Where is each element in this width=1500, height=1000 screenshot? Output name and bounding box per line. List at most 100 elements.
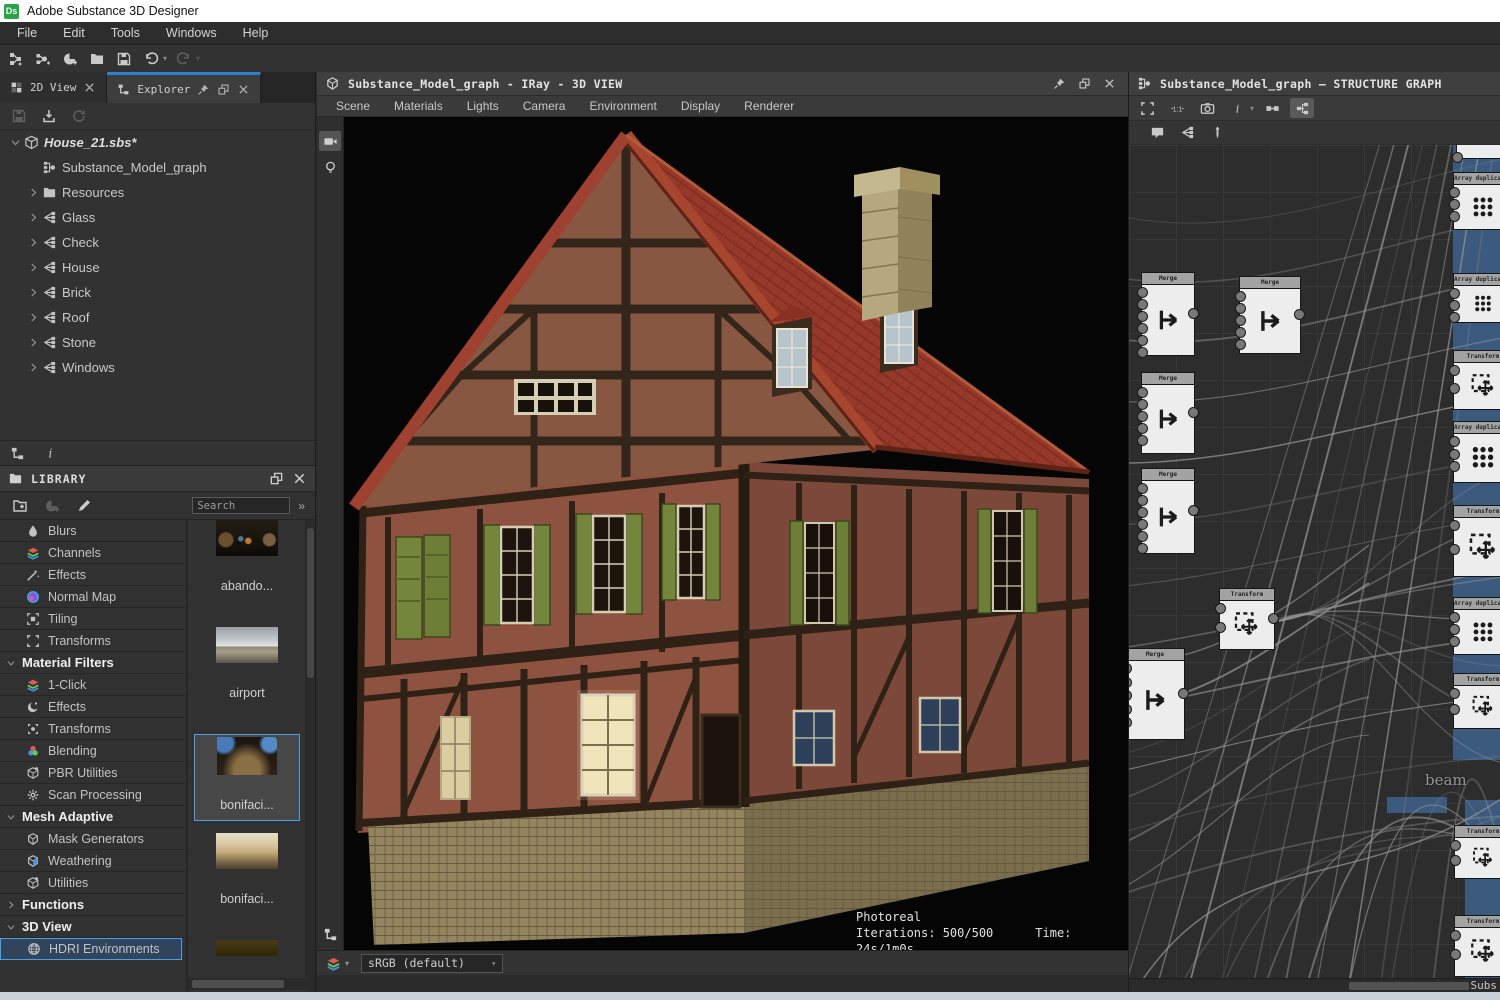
library-item-transforms[interactable]: Transforms — [0, 630, 186, 652]
library-item-weathering[interactable]: Weathering — [0, 850, 186, 872]
node-input-port[interactable] — [1450, 949, 1461, 960]
node-input-port[interactable] — [1450, 930, 1461, 941]
node-output-port[interactable] — [1188, 505, 1199, 516]
subgraph-button[interactable] — [1175, 123, 1199, 143]
chevron-right-icon[interactable] — [24, 237, 42, 248]
tree-item-stone[interactable]: Stone — [0, 330, 315, 355]
node-input-port[interactable] — [1449, 704, 1460, 715]
tab-pin-icon[interactable] — [197, 83, 210, 96]
library-edit-button[interactable] — [72, 495, 96, 517]
3d-view-restore-icon[interactable] — [1078, 77, 1091, 90]
node-input-port[interactable] — [1449, 624, 1460, 635]
graph-node-transform[interactable]: Transform — [1454, 915, 1500, 977]
graph-node-merge[interactable]: Merge — [1129, 648, 1185, 740]
node-output-port[interactable] — [1178, 688, 1189, 699]
node-input-port[interactable] — [1449, 211, 1460, 222]
node-input-port[interactable] — [1449, 436, 1460, 447]
explorer-export-button[interactable] — [38, 105, 60, 127]
thumbnail-bonifaci-[interactable]: bonifaci... — [194, 734, 300, 821]
tab-restore-icon[interactable] — [217, 83, 230, 96]
node-input-port[interactable] — [1137, 411, 1148, 422]
node-input-port[interactable] — [1450, 840, 1461, 851]
info-button-dropdown-icon[interactable]: ▾ — [1250, 104, 1254, 113]
open-button[interactable] — [85, 48, 109, 70]
zoom-1-1-button[interactable]: 1:1 — [1165, 98, 1189, 118]
frame-all-button[interactable] — [1135, 98, 1159, 118]
comment-button[interactable] — [1145, 123, 1169, 143]
new-graph-button[interactable] — [31, 48, 55, 70]
info-icon[interactable]: i — [43, 446, 58, 461]
node-mode-button[interactable] — [1290, 98, 1314, 118]
chevron-right-icon[interactable] — [24, 287, 42, 298]
3d-menu-camera[interactable]: Camera — [512, 99, 577, 113]
library-item-hdri-environments[interactable]: HDRI Environments — [0, 938, 182, 960]
node-input-port[interactable] — [1215, 622, 1226, 633]
library-item-blending[interactable]: Blending — [0, 740, 186, 762]
menu-edit[interactable]: Edit — [50, 22, 98, 44]
node-input-port[interactable] — [1137, 495, 1148, 506]
3d-menu-materials[interactable]: Materials — [383, 99, 454, 113]
tab-explorer[interactable]: Explorer — [107, 72, 261, 103]
graph-node-transform[interactable]: Transform — [1453, 350, 1500, 410]
tree-item-house-21-sbs-[interactable]: House_21.sbs* — [0, 130, 315, 155]
info-button[interactable]: i — [1225, 98, 1249, 118]
tab-2d-view[interactable]: 2D View — [0, 72, 107, 103]
camera-mode-button[interactable] — [319, 131, 341, 151]
node-input-port[interactable] — [1449, 688, 1460, 699]
3d-view-pin-icon[interactable] — [1053, 77, 1066, 90]
node-input-port[interactable] — [1137, 543, 1148, 554]
graph-node-array[interactable]: Array duplicati... — [1453, 273, 1500, 323]
new-function-button[interactable] — [58, 48, 82, 70]
node-input-port[interactable] — [1137, 519, 1148, 530]
undo-button[interactable] — [139, 48, 163, 70]
chevron-down-icon[interactable] — [0, 658, 22, 668]
chevron-down-icon[interactable] — [6, 137, 24, 148]
colorspace-select[interactable]: sRGB (default) ▾ — [361, 954, 503, 973]
node-input-port[interactable] — [1449, 612, 1460, 623]
node-input-port[interactable] — [1137, 423, 1148, 434]
tree-item-windows[interactable]: Windows — [0, 355, 315, 380]
library-item-transforms[interactable]: Transforms — [0, 718, 186, 740]
node-output-port[interactable] — [1188, 308, 1199, 319]
graph-node-transform[interactable]: Transform — [1454, 825, 1500, 879]
node-output-port[interactable] — [1294, 309, 1305, 320]
library-item-effects[interactable]: Effects — [0, 696, 186, 718]
scene-tree-icon[interactable] — [323, 927, 338, 942]
node-input-port[interactable] — [1137, 347, 1148, 358]
graph-node-merge[interactable]: Merge — [1239, 276, 1301, 354]
tree-item-brick[interactable]: Brick — [0, 280, 315, 305]
node-input-port[interactable] — [1137, 507, 1148, 518]
library-item-normal-map[interactable]: Normal Map — [0, 586, 186, 608]
thumbnail-airport[interactable]: airport — [188, 627, 306, 700]
node-input-port[interactable] — [1449, 199, 1460, 210]
thumbnail-abando-[interactable]: abando... — [188, 520, 306, 593]
graph-node-array[interactable]: Array duplicati... — [1453, 597, 1500, 655]
graph-node-transform[interactable]: Transform — [1453, 673, 1500, 729]
3d-menu-renderer[interactable]: Renderer — [733, 99, 805, 113]
graph-node-sliver[interactable] — [1456, 145, 1500, 159]
library-item-material-filters[interactable]: Material Filters — [0, 652, 186, 674]
link-mode-button[interactable] — [1260, 98, 1284, 118]
3d-menu-lights[interactable]: Lights — [456, 99, 510, 113]
menu-windows[interactable]: Windows — [153, 22, 230, 44]
node-input-port[interactable] — [1137, 399, 1148, 410]
tree-item-check[interactable]: Check — [0, 230, 315, 255]
graph-node-transform[interactable]: Transform — [1219, 588, 1275, 650]
node-input-port[interactable] — [1449, 187, 1460, 198]
tree-view-icon[interactable] — [10, 446, 25, 461]
node-input-port[interactable] — [1137, 323, 1148, 334]
library-item-pbr-utilities[interactable]: PBR Utilities — [0, 762, 186, 784]
node-input-port[interactable] — [1450, 855, 1461, 866]
tree-item-resources[interactable]: Resources — [0, 180, 315, 205]
library-item-effects[interactable]: Effects — [0, 564, 186, 586]
node-input-port[interactable] — [1449, 383, 1460, 394]
node-input-port[interactable] — [1137, 311, 1148, 322]
graph-node-transform[interactable]: Transform — [1453, 505, 1500, 577]
menu-tools[interactable]: Tools — [98, 22, 153, 44]
node-output-port[interactable] — [1268, 613, 1279, 624]
graph-node-merge[interactable]: Merge — [1141, 468, 1195, 554]
node-input-port[interactable] — [1137, 387, 1148, 398]
node-output-port[interactable] — [1188, 407, 1199, 418]
node-input-port[interactable] — [1449, 520, 1460, 531]
thumbnail-bonifaci-[interactable]: bonifaci... — [188, 833, 306, 906]
